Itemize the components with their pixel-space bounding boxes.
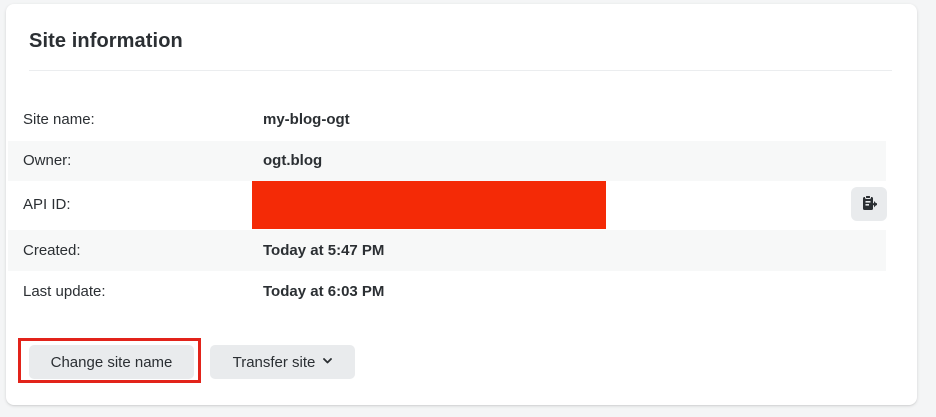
created-value: Today at 5:47 PM (263, 242, 385, 259)
card-title: Site information (29, 30, 183, 52)
site-name-value: my-blog-ogt (263, 111, 350, 128)
created-label: Created: (23, 242, 81, 259)
site-name-label: Site name: (23, 111, 95, 128)
transfer-site-label: Transfer site (232, 353, 316, 371)
row-api-id: API ID: (8, 181, 887, 230)
api-id-redaction (252, 181, 606, 229)
row-created: Created: Today at 5:47 PM (8, 230, 886, 271)
chevron-down-icon (323, 357, 333, 367)
last-update-value: Today at 6:03 PM (263, 283, 385, 300)
row-last-update: Last update: Today at 6:03 PM (8, 271, 886, 311)
copy-api-id-button[interactable] (851, 187, 887, 221)
api-id-label: API ID: (23, 196, 71, 213)
clipboard-copy-icon (860, 194, 878, 215)
row-owner: Owner: ogt.blog (8, 141, 886, 181)
highlight-annotation (18, 338, 201, 383)
owner-label: Owner: (23, 152, 72, 169)
row-site-name: Site name: my-blog-ogt (8, 100, 886, 141)
owner-value: ogt.blog (263, 152, 323, 169)
last-update-label: Last update: (23, 283, 106, 300)
transfer-site-button[interactable]: Transfer site (210, 345, 355, 379)
title-divider (29, 70, 892, 71)
site-info-table: Site name: my-blog-ogt Owner: ogt.blog A… (8, 100, 887, 311)
